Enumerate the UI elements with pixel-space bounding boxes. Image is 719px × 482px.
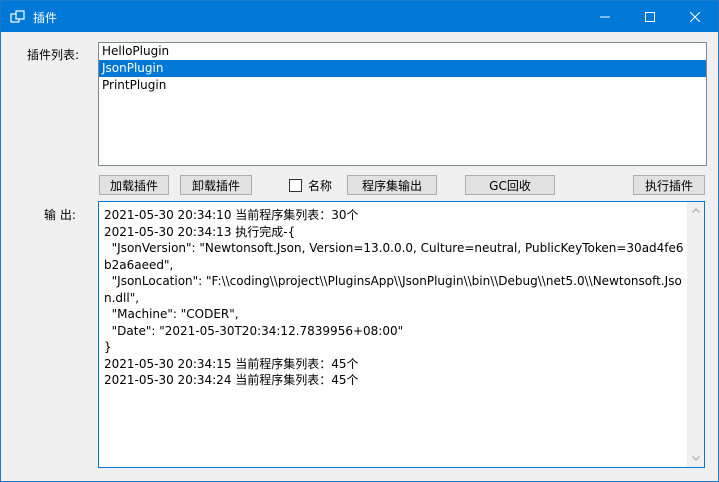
gc-button[interactable]: GC回收	[465, 175, 555, 195]
minimize-icon	[600, 16, 610, 17]
assembly-output-button[interactable]: 程序集输出	[347, 175, 437, 195]
plugin-window: 插件 插件列表: HelloPlugin JsonPlugin PrintPlu…	[0, 0, 719, 482]
plugin-list-item[interactable]: HelloPlugin	[99, 43, 706, 60]
close-button[interactable]	[672, 1, 718, 32]
scroll-up-button[interactable]	[687, 202, 704, 219]
output-text: 2021-05-30 20:34:10 当前程序集列表：30个 2021-05-…	[104, 208, 684, 387]
execute-plugin-button[interactable]: 执行插件	[633, 175, 705, 195]
scroll-up-icon	[691, 208, 700, 213]
plugin-list-label: 插件列表:	[27, 48, 80, 62]
window-title: 插件	[33, 11, 58, 25]
title-bar[interactable]: 插件	[1, 1, 718, 32]
name-checkbox-label: 名称	[308, 179, 333, 193]
vertical-scrollbar[interactable]	[687, 202, 704, 467]
output-label: 输 出:	[44, 208, 76, 222]
output-textbox[interactable]: 2021-05-30 20:34:10 当前程序集列表：30个 2021-05-…	[98, 201, 705, 468]
close-icon	[690, 11, 700, 22]
minimize-button[interactable]	[582, 1, 628, 32]
unload-plugin-button[interactable]: 卸载插件	[180, 175, 252, 195]
plugin-list-item[interactable]: JsonPlugin	[99, 60, 706, 77]
scroll-down-button[interactable]	[687, 450, 704, 467]
name-checkbox[interactable]: 名称	[289, 177, 332, 194]
checkbox-box[interactable]	[289, 179, 302, 192]
scroll-down-icon	[691, 456, 700, 461]
plugin-list-item[interactable]: PrintPlugin	[99, 77, 706, 94]
load-plugin-button[interactable]: 加载插件	[99, 175, 169, 195]
maximize-icon	[645, 11, 655, 22]
maximize-button[interactable]	[627, 1, 673, 32]
plugin-listbox[interactable]: HelloPlugin JsonPlugin PrintPlugin	[98, 42, 707, 166]
app-icon	[10, 9, 26, 25]
